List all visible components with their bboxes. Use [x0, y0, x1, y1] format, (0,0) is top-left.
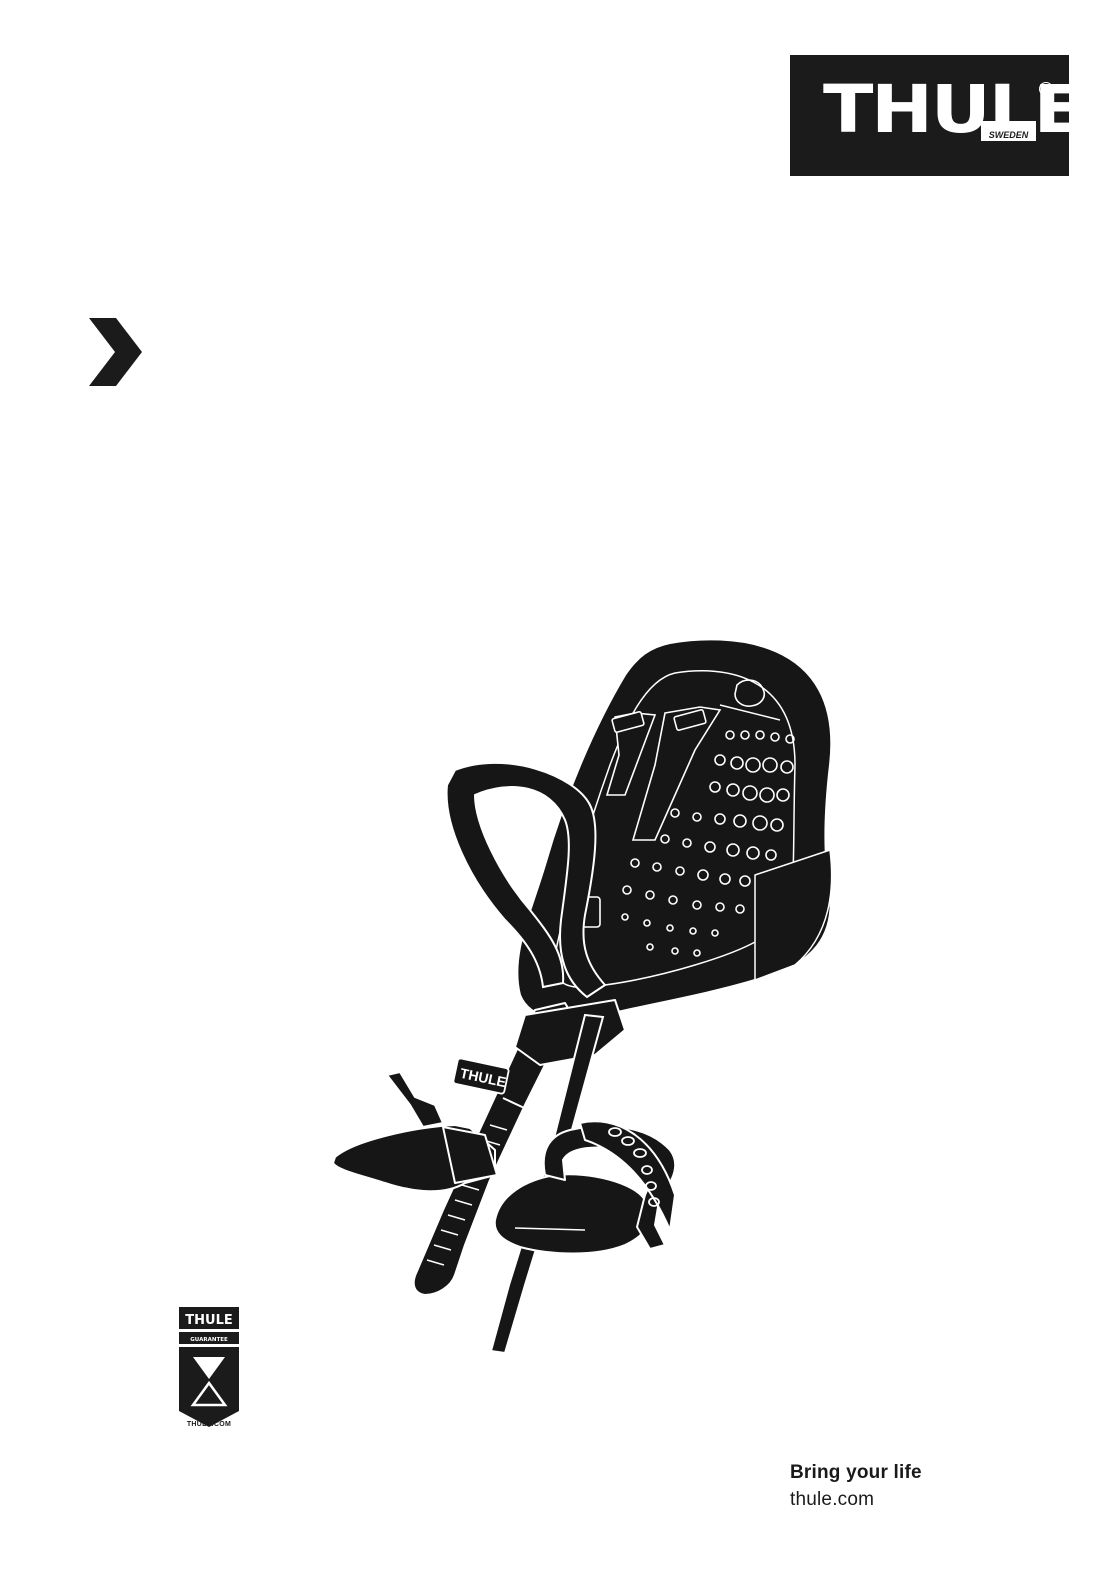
guarantee-brand: THULE — [185, 1313, 232, 1328]
thule-guarantee-badge-icon: THULE GUARANTEE — [179, 1307, 239, 1427]
logo-subtext: SWEDEN — [981, 121, 1036, 141]
guarantee-url: THULE.COM — [186, 1421, 232, 1428]
thule-logo: THULE SWEDEN R — [790, 55, 1084, 176]
tagline: Bring your life — [790, 1462, 922, 1483]
guarantee-label: GUARANTEE — [190, 1337, 228, 1343]
website-link[interactable]: thule.com — [790, 1489, 874, 1511]
chevron-right-icon — [89, 318, 142, 386]
registered-mark: R — [1039, 82, 1053, 96]
child-bike-seat-illustration: THULE — [332, 638, 833, 1355]
